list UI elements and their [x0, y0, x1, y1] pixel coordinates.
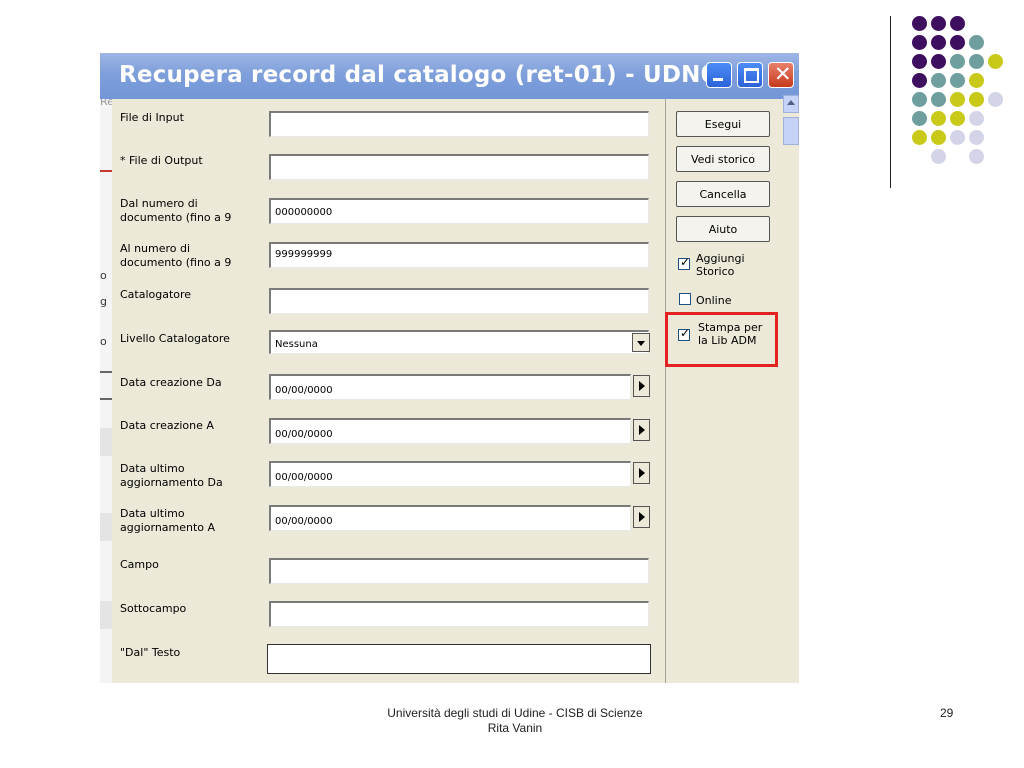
add-history-label: Aggiungi Storico: [696, 252, 745, 278]
decor-dot: [950, 111, 965, 126]
decor-dot: [988, 54, 1003, 69]
subfield-input[interactable]: [269, 601, 649, 627]
close-icon[interactable]: ✕: [768, 62, 794, 88]
decor-dot: [969, 35, 984, 50]
doc-number-to-label: Al numero di documento (fino a 9: [120, 242, 232, 269]
decor-dot: [969, 149, 984, 164]
play-arrow-icon[interactable]: [633, 462, 650, 484]
background-divider: [100, 398, 112, 400]
file-output-field[interactable]: [269, 154, 649, 180]
online-label: Online: [696, 294, 732, 307]
field-label: Campo: [120, 558, 159, 571]
background-row: [100, 601, 112, 629]
cataloguer-label: Catalogatore: [120, 288, 192, 301]
decor-divider: [890, 16, 891, 188]
created-from-label: Data creazione Da: [120, 376, 222, 389]
updated-to-label: Data ultimo aggiornamento A: [120, 507, 216, 534]
updated-from-field[interactable]: 00/00/0000: [269, 461, 631, 487]
file-output-label: * File di Output: [120, 154, 203, 167]
decor-dot: [912, 54, 927, 69]
chevron-down-icon[interactable]: [632, 333, 650, 352]
play-arrow-icon[interactable]: [633, 375, 650, 397]
page-number: 29: [940, 706, 954, 720]
cataloguer-level-select[interactable]: Nessuna: [269, 330, 649, 354]
help-button[interactable]: Aiuto: [676, 216, 770, 242]
cataloguer-level-label: Livello Catalogatore: [120, 332, 230, 345]
retrieval-form: File di Input * File di Output Dal numer…: [112, 99, 665, 683]
created-from-field[interactable]: 00/00/0000: [269, 374, 631, 400]
view-history-button[interactable]: Vedi storico: [676, 146, 770, 172]
decor-dot: [931, 16, 946, 31]
delete-button[interactable]: Cancella: [676, 181, 770, 207]
window-title: Recupera record dal catalogo (ret-01) - …: [119, 62, 734, 88]
footer-line-2: Rita Vanin: [487, 721, 543, 735]
decor-dot: [912, 16, 927, 31]
decor-dot: [931, 92, 946, 107]
decor-dot: [931, 149, 946, 164]
decor-dot: [969, 92, 984, 107]
background-window-edge: [100, 95, 112, 683]
cataloguer-field[interactable]: [269, 288, 649, 314]
decor-dot: [950, 130, 965, 145]
minimize-icon[interactable]: [706, 62, 732, 88]
decor-dot: [950, 16, 965, 31]
scrollbar-thumb[interactable]: [783, 117, 799, 145]
add-history-checkbox[interactable]: ✓: [678, 255, 690, 270]
subfield-label: Sottocampo: [120, 602, 187, 615]
updated-to-field[interactable]: 00/00/0000: [269, 505, 631, 531]
decor-dot: [969, 73, 984, 88]
background-text-fragment: o: [100, 335, 107, 348]
decor-dot: [950, 54, 965, 69]
background-text-fragment: g: [100, 295, 107, 308]
online-checkbox[interactable]: [679, 293, 691, 305]
decor-dot: [931, 73, 946, 88]
background-divider: [100, 371, 112, 373]
highlight-box: [665, 312, 778, 367]
text-from-label: "Dal" Testo: [120, 646, 181, 659]
text-from-input[interactable]: [267, 644, 651, 674]
action-panel: Esegui Vedi storico Cancella Aiuto ✓ Agg…: [665, 99, 799, 683]
updated-from-label: Data ultimo aggiornamento Da: [120, 462, 223, 489]
app-screenshot: Re o g o Recupera record dal catalogo (r…: [100, 53, 799, 683]
decor-dot: [931, 130, 946, 145]
background-text-fragment: o: [100, 269, 107, 282]
decor-dot: [912, 35, 927, 50]
background-row: [100, 428, 112, 456]
decor-dot: [969, 111, 984, 126]
decor-dot: [912, 92, 927, 107]
footer-line-1: Università degli studi di Udine - CISB d…: [387, 706, 643, 720]
file-input-field[interactable]: [269, 111, 649, 137]
decor-dot: [950, 92, 965, 107]
decor-dot: [912, 130, 927, 145]
decor-dot: [950, 35, 965, 50]
decor-dot: [988, 92, 1003, 107]
background-row: [100, 513, 112, 541]
background-divider: [100, 170, 112, 172]
decor-dot: [969, 54, 984, 69]
footer-credits: Università degli studi di Udine - CISB d…: [350, 706, 680, 736]
decor-dot: [931, 111, 946, 126]
play-arrow-icon[interactable]: [633, 419, 650, 441]
scroll-up-icon[interactable]: [783, 95, 799, 113]
doc-number-from-label: Dal numero di documento (fino a 9: [120, 197, 232, 224]
doc-number-to-field[interactable]: 999999999: [269, 242, 649, 268]
decor-dot: [912, 111, 927, 126]
file-input-label: File di Input: [120, 111, 184, 124]
created-to-label: Data creazione A: [120, 419, 214, 432]
maximize-icon[interactable]: [737, 62, 763, 88]
decor-dot: [931, 54, 946, 69]
decor-dot: [969, 130, 984, 145]
window-titlebar[interactable]: Recupera record dal catalogo (ret-01) - …: [100, 53, 799, 99]
field-input[interactable]: [269, 558, 649, 584]
run-button[interactable]: Esegui: [676, 111, 770, 137]
created-to-field[interactable]: 00/00/0000: [269, 418, 631, 444]
decor-dot: [950, 73, 965, 88]
decor-dot: [931, 35, 946, 50]
decor-dot: [912, 73, 927, 88]
doc-number-from-field[interactable]: 000000000: [269, 198, 649, 224]
play-arrow-icon[interactable]: [633, 506, 650, 528]
